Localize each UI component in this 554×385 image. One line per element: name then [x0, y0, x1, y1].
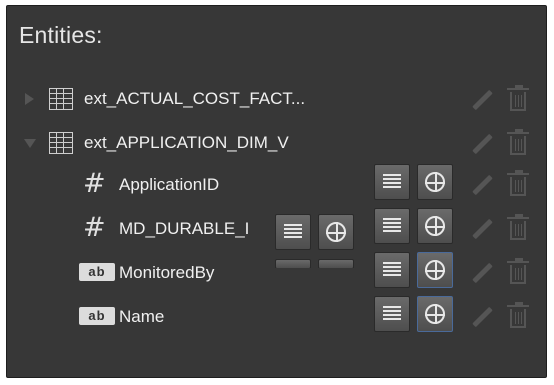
pencil-icon[interactable] — [472, 89, 493, 111]
entity-label[interactable]: ext_ACTUAL_COST_FACT... — [84, 89, 305, 109]
list-lines-icon — [383, 262, 401, 278]
trash-icon[interactable] — [507, 85, 529, 111]
trash-icon[interactable] — [507, 258, 529, 284]
number-hash-icon: # — [83, 212, 106, 243]
text-ab-icon: ab — [79, 263, 115, 281]
pencil-icon[interactable] — [472, 218, 493, 240]
dimension-button-ghost — [318, 214, 354, 250]
dimension-button[interactable] — [417, 164, 453, 200]
drag-ghost-buttons — [271, 212, 363, 268]
crosshair-circle-icon — [425, 304, 445, 324]
entities-panel: Entities: ext_ACTUAL_COST_FACT... ext_AP… — [6, 5, 547, 378]
crosshair-circle-icon — [425, 260, 445, 280]
crosshair-circle-icon — [326, 222, 346, 242]
trash-icon[interactable] — [507, 214, 529, 240]
list-lines-icon — [383, 306, 401, 322]
measure-button[interactable] — [374, 164, 410, 200]
table-icon — [49, 88, 73, 110]
pencil-icon[interactable] — [472, 174, 493, 196]
crosshair-circle-icon — [425, 172, 445, 192]
trash-icon[interactable] — [507, 129, 529, 155]
pencil-icon[interactable] — [472, 306, 493, 328]
attribute-label[interactable]: MD_DURABLE_I — [119, 219, 249, 239]
dimension-button[interactable] — [417, 208, 453, 244]
measure-button[interactable] — [374, 296, 410, 332]
measure-button[interactable] — [374, 252, 410, 288]
text-ab-icon: ab — [79, 307, 115, 325]
attribute-label[interactable]: Name — [119, 307, 164, 327]
measure-button[interactable] — [374, 208, 410, 244]
dimension-button[interactable] — [417, 296, 453, 332]
list-lines-icon — [284, 224, 302, 240]
attribute-label[interactable]: MonitoredBy — [119, 263, 214, 283]
trash-icon[interactable] — [507, 302, 529, 328]
attribute-label[interactable]: ApplicationID — [119, 175, 219, 195]
pencil-icon[interactable] — [472, 133, 493, 155]
dimension-button[interactable] — [417, 252, 453, 288]
triangle-down-icon[interactable] — [24, 139, 36, 148]
list-lines-icon — [383, 174, 401, 190]
measure-button-ghost — [275, 214, 311, 250]
triangle-right-icon[interactable] — [25, 93, 34, 105]
list-lines-icon — [383, 218, 401, 234]
attribute-row[interactable]: ab Name — [7, 296, 546, 334]
entity-label[interactable]: ext_APPLICATION_DIM_V — [84, 133, 289, 153]
measure-button-ghost-partial — [275, 259, 311, 268]
attribute-row[interactable]: # ApplicationID — [7, 164, 546, 202]
trash-icon[interactable] — [507, 170, 529, 196]
table-icon — [49, 132, 73, 154]
panel-title: Entities: — [19, 22, 103, 48]
dimension-button-ghost-partial — [318, 259, 354, 268]
entity-row[interactable]: ext_ACTUAL_COST_FACT... — [7, 82, 546, 116]
pencil-icon[interactable] — [472, 262, 493, 284]
crosshair-circle-icon — [425, 216, 445, 236]
entity-row[interactable]: ext_APPLICATION_DIM_V — [7, 126, 546, 160]
number-hash-icon: # — [83, 168, 106, 199]
